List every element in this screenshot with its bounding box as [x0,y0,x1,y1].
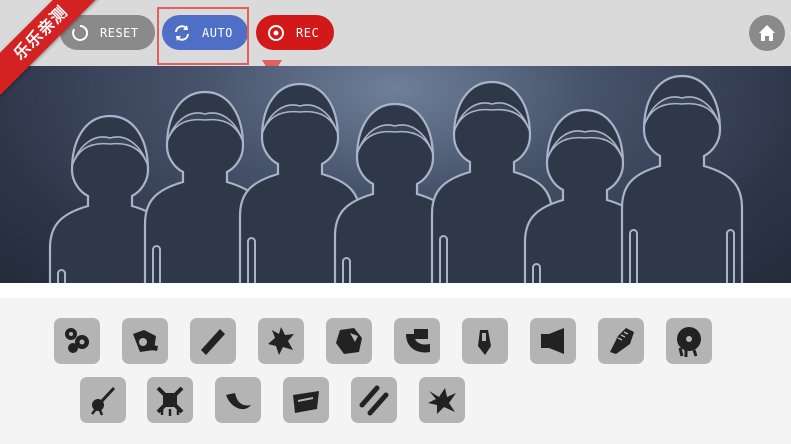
rec-button[interactable]: REC [256,15,334,50]
stage [0,66,791,296]
sound-2[interactable] [122,318,168,364]
refresh-icon [172,23,192,43]
character-7[interactable] [620,74,744,296]
sound-6[interactable] [394,318,440,364]
sound-16[interactable] [419,377,465,423]
home-icon [759,25,775,41]
sound-1[interactable] [54,318,100,364]
record-icon [266,23,286,43]
sound-5[interactable] [326,318,372,364]
sound-15[interactable] [351,377,397,423]
sound-3[interactable] [190,318,236,364]
sound-9[interactable] [598,318,644,364]
home-button[interactable] [749,15,785,51]
sound-12[interactable] [147,377,193,423]
rec-label: REC [296,25,320,40]
sound-13[interactable] [215,377,261,423]
sound-14[interactable] [283,377,329,423]
sound-10[interactable] [666,318,712,364]
auto-label: AUTO [202,25,233,40]
auto-button[interactable]: AUTO [162,15,248,50]
sound-8[interactable] [530,318,576,364]
reset-label: RESET [100,25,139,40]
reset-icon [70,23,90,43]
sound-11[interactable] [80,377,126,423]
sound-4[interactable] [258,318,304,364]
stage-floor [0,283,791,299]
sound-7[interactable] [462,318,508,364]
